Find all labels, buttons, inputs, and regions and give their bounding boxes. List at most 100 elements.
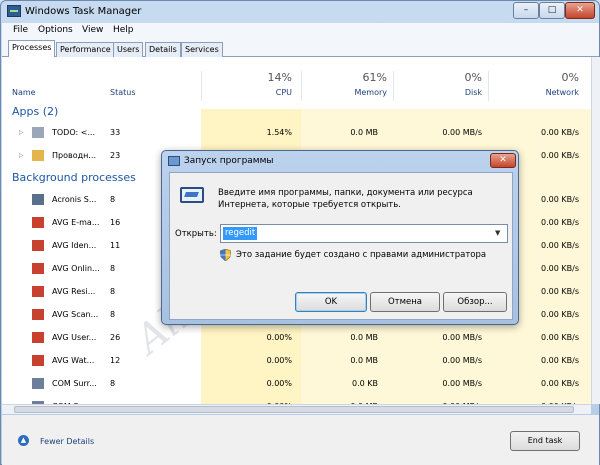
menu-options[interactable]: Options — [38, 25, 73, 35]
process-cpu: 0.00% — [266, 356, 292, 365]
process-disk: 0.00 MB/s — [442, 333, 482, 342]
column-separator — [488, 71, 489, 101]
title-bar[interactable]: Windows Task Manager – □ ✕ — [1, 1, 599, 23]
expand-chevron-icon[interactable]: ▷ — [19, 152, 24, 159]
menu-help[interactable]: Help — [113, 25, 134, 35]
group-apps: Apps (2) — [12, 105, 59, 118]
process-status: 8 — [110, 195, 116, 204]
maximize-button[interactable]: □ — [539, 2, 565, 19]
menu-bar: File Options View Help — [2, 23, 599, 39]
column-separator — [201, 71, 202, 101]
process-name: Acronis S... — [52, 195, 97, 204]
close-button[interactable]: ✕ — [565, 2, 595, 19]
task-manager-icon — [7, 5, 21, 17]
process-icon — [32, 150, 44, 161]
process-name: COM Surr... — [52, 379, 97, 388]
menu-file[interactable]: File — [13, 25, 28, 35]
column-separator — [393, 71, 394, 101]
process-memory: 0.0 KB — [352, 379, 378, 388]
process-icon — [32, 355, 44, 366]
process-icon — [32, 263, 44, 274]
column-header-network[interactable]: Network — [529, 88, 579, 97]
ok-button[interactable]: OK — [295, 292, 367, 312]
open-combobox[interactable]: regedit ▼ — [220, 224, 508, 243]
dialog-body: Введите имя программы, папки, документа … — [169, 172, 513, 320]
column-header-status[interactable]: Status — [110, 88, 136, 97]
process-status: 8 — [110, 310, 116, 319]
column-header-disk[interactable]: Disk — [432, 88, 482, 97]
open-label: Открыть: — [175, 229, 217, 239]
network-total-percent: 0% — [561, 71, 579, 84]
process-network: 0.00 KB/s — [541, 333, 579, 342]
process-status: 12 — [110, 356, 121, 365]
horizontal-scrollbar[interactable] — [2, 404, 591, 414]
vertical-scrollbar[interactable] — [591, 57, 600, 404]
process-name: AVG E-ma... — [52, 218, 100, 227]
column-header-memory[interactable]: Memory — [337, 88, 387, 97]
uac-shield-icon — [220, 249, 231, 261]
process-icon — [32, 286, 44, 297]
dialog-description: Введите имя программы, папки, документа … — [218, 188, 473, 210]
process-name: AVG Scan... — [52, 310, 99, 319]
tab-services[interactable]: Services — [181, 42, 223, 57]
process-memory: 0.0 MB — [350, 356, 378, 365]
process-name: AVG Wat... — [52, 356, 95, 365]
footer: ▲ Fewer Details End task — [2, 415, 599, 465]
process-disk: 0.00 MB/s — [442, 379, 482, 388]
process-status: 8 — [110, 264, 116, 273]
process-icon — [32, 240, 44, 251]
process-name: AVG Resi... — [52, 287, 96, 296]
chevron-down-icon[interactable]: ▼ — [495, 229, 500, 237]
tab-performance[interactable]: Performance — [56, 42, 115, 57]
process-cpu: 1.54% — [266, 128, 292, 137]
process-cpu: 0.00% — [266, 379, 292, 388]
window-title: Windows Task Manager — [25, 6, 142, 17]
memory-total-percent: 61% — [362, 71, 387, 84]
column-header-cpu[interactable]: CPU — [242, 88, 292, 97]
browse-button[interactable]: Обзор... — [443, 292, 507, 312]
process-icon — [32, 194, 44, 205]
tab-details[interactable]: Details — [145, 42, 181, 57]
process-network: 0.00 KB/s — [541, 128, 579, 137]
process-network: 0.00 KB/s — [541, 379, 579, 388]
tab-strip: Processes Performance Users Details Serv… — [2, 39, 599, 58]
column-separator — [301, 71, 302, 101]
menu-view[interactable]: View — [82, 25, 103, 35]
process-icon — [32, 309, 44, 320]
process-memory: 0.0 MB — [350, 333, 378, 342]
process-icon — [32, 332, 44, 343]
process-status: 16 — [110, 218, 121, 227]
end-task-button[interactable]: End task — [510, 431, 580, 451]
process-memory: 0.0 MB — [350, 128, 378, 137]
run-program-icon — [180, 185, 206, 207]
dialog-close-button[interactable]: ✕ — [490, 153, 516, 168]
process-network: 0.00 KB/s — [541, 356, 579, 365]
process-status: 8 — [110, 287, 116, 296]
scroll-thumb[interactable] — [14, 406, 574, 413]
process-name: AVG User... — [52, 333, 97, 342]
process-icon — [32, 378, 44, 389]
tab-processes[interactable]: Processes — [8, 40, 56, 58]
process-icon — [32, 217, 44, 228]
process-cpu: 0.00% — [266, 333, 292, 342]
column-header-name[interactable]: Name — [12, 88, 36, 97]
cpu-total-percent: 14% — [267, 71, 292, 84]
fewer-details-link[interactable]: Fewer Details — [40, 437, 94, 446]
process-name: AVG Iden... — [52, 241, 97, 250]
group-background: Background processes — [12, 171, 136, 184]
process-status: 33 — [110, 128, 121, 137]
process-status: 26 — [110, 333, 121, 342]
disk-total-percent: 0% — [464, 71, 482, 84]
cancel-button[interactable]: Отмена — [370, 292, 440, 312]
process-name: AVG Onlin... — [52, 264, 100, 273]
process-status: 23 — [110, 151, 121, 160]
open-input-value[interactable]: regedit — [223, 227, 258, 240]
dialog-title: Запуск программы — [184, 156, 274, 166]
expand-chevron-icon[interactable]: ▷ — [19, 129, 24, 136]
run-dialog-icon — [168, 156, 180, 166]
tab-users[interactable]: Users — [113, 42, 144, 57]
process-name: TODO: <... — [52, 128, 96, 137]
process-disk: 0.00 MB/s — [442, 128, 482, 137]
minimize-button[interactable]: – — [513, 2, 539, 19]
chevron-up-icon[interactable]: ▲ — [18, 435, 29, 446]
